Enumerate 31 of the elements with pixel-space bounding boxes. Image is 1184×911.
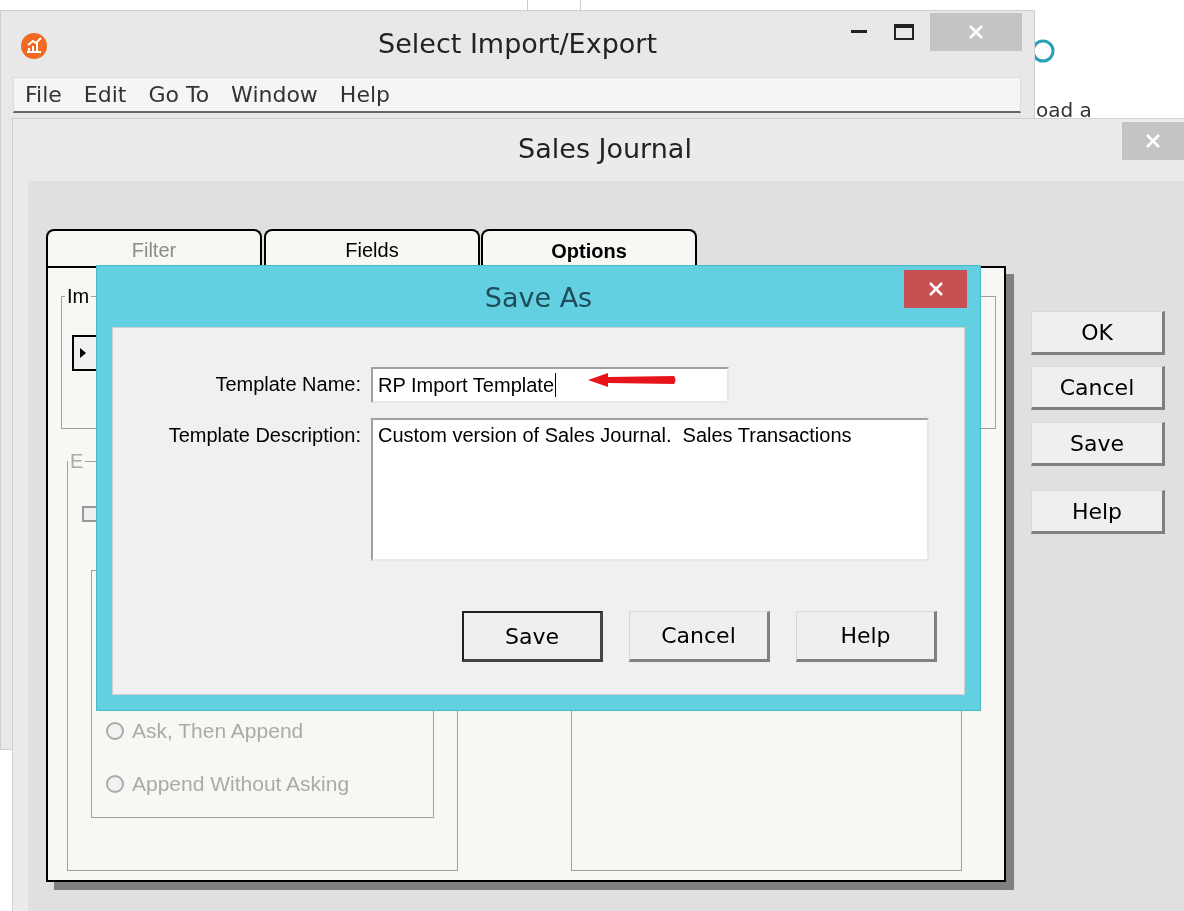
field-label: Template Name: xyxy=(214,372,361,396)
dialog-button[interactable]: Save xyxy=(1031,422,1165,466)
chart-icon xyxy=(19,31,49,61)
minimize-icon xyxy=(851,30,867,34)
dialog-button[interactable]: OK xyxy=(1031,311,1165,355)
close-button[interactable] xyxy=(904,270,967,308)
close-icon xyxy=(968,24,984,40)
dialog-button[interactable]: Save xyxy=(462,611,603,662)
close-icon xyxy=(927,281,944,297)
input-field[interactable]: RP Import Template xyxy=(371,367,729,403)
text-area[interactable]: Custom version of Sales Journal. Sales Transactions xyxy=(371,418,929,561)
menu-item[interactable]: File xyxy=(14,82,73,107)
field-label: Template Description: xyxy=(167,423,361,447)
dialog-button[interactable]: Cancel xyxy=(629,611,770,662)
triangle-icon xyxy=(80,348,86,358)
radio-label: Append Without Asking xyxy=(132,772,350,796)
dialog-button[interactable]: Help xyxy=(1031,490,1165,534)
radio-label: Ask, Then Append xyxy=(132,719,304,743)
menu-item[interactable]: Go To xyxy=(137,82,221,107)
page-text: oad a xyxy=(1036,98,1092,122)
menu-item[interactable]: Window xyxy=(220,82,329,107)
dialog-button[interactable]: Help xyxy=(796,611,937,662)
menu-item[interactable]: Help xyxy=(328,82,401,107)
dialog-button[interactable]: Cancel xyxy=(1031,366,1165,410)
menu-item[interactable]: Edit xyxy=(72,82,138,107)
dialog-title: Save As xyxy=(484,282,593,313)
window-title: Select Import/Export xyxy=(378,28,657,59)
expand-button[interactable] xyxy=(72,335,98,371)
window-title: Sales Journal xyxy=(518,133,692,164)
close-icon xyxy=(1145,133,1161,149)
maximize-icon xyxy=(894,24,914,40)
